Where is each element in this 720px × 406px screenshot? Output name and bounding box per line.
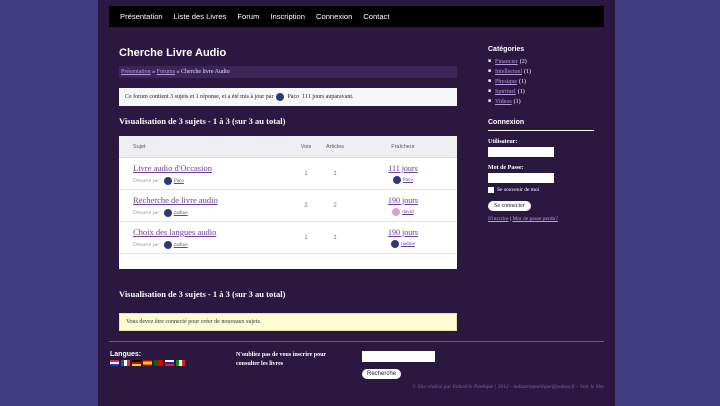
footer-divider — [109, 341, 604, 342]
last-poster[interactable]: nadine — [401, 241, 415, 247]
language-selector: Langues: — [110, 351, 185, 366]
header-subject: Sujet — [133, 143, 146, 150]
user-avatar-icon — [392, 207, 401, 216]
topic-voices: 1 — [304, 234, 308, 241]
list-item: Physique(1) — [488, 77, 598, 87]
register-link[interactable]: S'inscrire — [488, 216, 509, 222]
sidebar: Catégories Financier(2) Intellectuel(1) … — [488, 46, 598, 222]
topic-posts: 2 — [333, 202, 337, 209]
topics-table: Sujet Voix Articles Fraîcheur Livre audi… — [119, 136, 457, 269]
topic-voices: 2 — [304, 202, 308, 209]
topic-freshness-link[interactable]: 190 jours — [355, 196, 451, 205]
flag-it-icon[interactable] — [176, 360, 185, 366]
username-input[interactable] — [488, 147, 554, 157]
table-row: Recherche de livre audio Démarré par : n… — [119, 190, 457, 222]
flag-uk-icon[interactable] — [110, 360, 119, 366]
list-item: Spirituel(1) — [488, 87, 598, 97]
nav-login[interactable]: Connexion — [316, 12, 352, 21]
topic-link[interactable]: Choix des langues audio — [133, 227, 297, 238]
topic-posts: 1 — [333, 234, 337, 241]
forum-info-time: 111 jours auparavant. — [302, 94, 354, 100]
category-link[interactable]: Intellectuel — [495, 67, 522, 77]
category-link[interactable]: Spirituel — [495, 87, 516, 97]
topic-link[interactable]: Livre audio d'Occasion — [133, 163, 297, 174]
user-avatar-icon — [392, 175, 401, 184]
last-poster[interactable]: Paco — [403, 177, 413, 183]
list-item: Financier(2) — [488, 57, 598, 67]
breadcrumb: Présentation » Forums » Cherche livre Au… — [119, 66, 457, 78]
remember-me-checkbox[interactable] — [488, 187, 494, 193]
top-navigation: Présentation Liste des Livres Forum Insc… — [109, 6, 604, 27]
topic-started-by: Démarré par : nadine — [133, 240, 188, 249]
forum-info-text: Ce forum contient 3 sujets et 1 réponse,… — [125, 94, 274, 100]
forgot-password-link[interactable]: Mot de passe perdu? — [512, 216, 557, 222]
main-content: Cherche Livre Audio Présentation » Forum… — [119, 44, 457, 331]
table-row: Choix des langues audio Démarré par : na… — [119, 222, 457, 254]
viewing-title-bottom: Visualisation de 3 sujets - 1 à 3 (sur 3… — [119, 289, 286, 299]
topic-started-by: Démarré par : Paco — [133, 176, 184, 185]
topic-link[interactable]: Recherche de livre audio — [133, 195, 297, 206]
login-title: Connexion — [488, 119, 594, 131]
header-freshness: Fraîcheur — [391, 143, 415, 150]
footer-search: Recherche — [362, 351, 435, 380]
link-separator: | — [509, 216, 512, 222]
footer-note: N'oubliez pas de vous inscrire pour cons… — [236, 352, 326, 367]
page-title: Cherche Livre Audio — [119, 47, 227, 59]
topic-posts: 1 — [333, 170, 337, 177]
breadcrumb-current: Cherche livre Audio — [181, 69, 230, 75]
category-link[interactable]: Physique — [495, 77, 517, 87]
languages-label: Langues: — [110, 351, 142, 358]
nav-forum[interactable]: Forum — [237, 12, 259, 21]
topic-author[interactable]: nadine — [174, 210, 188, 216]
flag-es-icon[interactable] — [143, 360, 152, 366]
category-link[interactable]: Videos — [495, 97, 512, 107]
categories-list: Financier(2) Intellectuel(1) Physique(1)… — [488, 57, 598, 107]
header-voices: Voix — [300, 143, 312, 150]
forum-info-user: Paco — [287, 94, 300, 100]
category-link[interactable]: Financier — [495, 57, 518, 67]
flag-de-icon[interactable] — [132, 360, 141, 366]
breadcrumb-forums[interactable]: Forums — [157, 69, 175, 75]
user-avatar-icon — [276, 93, 285, 101]
user-avatar-icon — [163, 208, 172, 217]
login-notice: Vous devez être connecté pour créer de n… — [119, 313, 457, 331]
username-label: Utilisateur: — [488, 139, 518, 145]
login-button[interactable]: Se connecter — [488, 201, 531, 211]
topic-author[interactable]: Paco — [174, 178, 184, 184]
footer-credit: © Site réalisé par Industrie Poetique | … — [412, 384, 604, 390]
viewing-title: Visualisation de 3 sujets - 1 à 3 (sur 3… — [119, 116, 286, 126]
user-avatar-icon — [163, 176, 172, 185]
flag-fr-icon[interactable] — [121, 360, 130, 366]
user-avatar-icon — [391, 239, 400, 248]
header-posts: Articles — [325, 143, 345, 150]
categories-title: Catégories — [488, 46, 525, 53]
forum-info: Ce forum contient 3 sujets et 1 réponse,… — [119, 88, 457, 106]
table-header: Sujet Voix Articles Fraîcheur — [119, 136, 457, 158]
list-item: Videos(1) — [488, 97, 598, 107]
nav-book-list[interactable]: Liste des Livres — [174, 12, 227, 21]
nav-register[interactable]: Inscription — [270, 12, 305, 21]
list-item: Intellectuel(1) — [488, 67, 598, 77]
table-row: Livre audio d'Occasion Démarré par : Pac… — [119, 158, 457, 190]
flag-ru-icon[interactable] — [165, 360, 174, 366]
breadcrumb-home[interactable]: Présentation — [121, 69, 151, 75]
search-button[interactable]: Recherche — [362, 369, 402, 379]
flag-pt-icon[interactable] — [154, 360, 163, 366]
topic-voices: 1 — [304, 170, 308, 177]
topic-started-by: Démarré par : nadine — [133, 208, 188, 217]
topic-freshness-link[interactable]: 111 jours — [355, 164, 451, 173]
topic-freshness-link[interactable]: 190 jours — [355, 228, 451, 237]
user-avatar-icon — [163, 240, 172, 249]
topic-author[interactable]: nadine — [174, 242, 188, 248]
nav-contact[interactable]: Contact — [363, 12, 389, 21]
nav-presentation[interactable]: Présentation — [120, 12, 163, 21]
remember-me-label: Se souvenir de moi — [497, 187, 540, 193]
password-input[interactable] — [488, 173, 554, 183]
breadcrumb-separator: » — [176, 69, 180, 75]
last-poster[interactable]: david — [402, 209, 414, 215]
password-label: Mot de Passe: — [488, 165, 524, 171]
search-input[interactable] — [362, 351, 435, 362]
breadcrumb-separator: » — [152, 69, 156, 75]
